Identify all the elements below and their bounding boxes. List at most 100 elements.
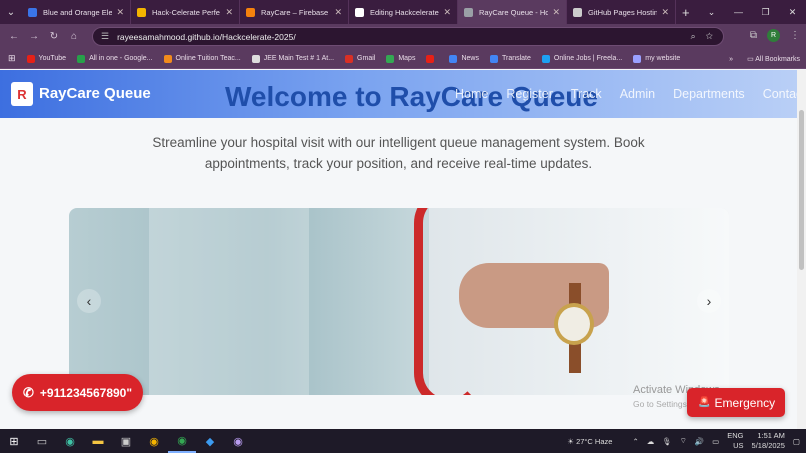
language-indicator[interactable]: ENG US bbox=[727, 431, 743, 451]
browser-tab[interactable]: GitHub Pages Hostin ✕ bbox=[567, 0, 676, 24]
tab-favicon-icon bbox=[246, 7, 255, 17]
nav-contact[interactable]: Contact bbox=[763, 87, 797, 101]
site-header: R RayCare Queue Welcome to RayCare Queue… bbox=[0, 70, 797, 118]
profile-avatar[interactable]: R bbox=[767, 29, 780, 42]
show-hidden-icons[interactable]: ⌃ bbox=[632, 437, 638, 446]
tab-title: RayCare – Firebase c bbox=[261, 7, 331, 17]
back-icon[interactable]: ← bbox=[4, 31, 24, 42]
hero-subtitle: Streamline your hospital visit with our … bbox=[152, 135, 645, 171]
close-window-icon[interactable]: ✕ bbox=[779, 0, 806, 24]
carousel-next-icon[interactable]: › bbox=[697, 289, 721, 313]
vscode-icon[interactable]: ◆ bbox=[196, 429, 224, 453]
nav-track[interactable]: Track bbox=[571, 87, 602, 101]
reload-icon[interactable]: ↻ bbox=[44, 31, 64, 42]
nav-departments[interactable]: Departments bbox=[673, 87, 745, 101]
file-explorer-icon[interactable]: ▬ bbox=[84, 429, 112, 453]
watch-image bbox=[554, 303, 594, 345]
minimize-icon[interactable]: — bbox=[725, 0, 752, 24]
bookmark-item[interactable]: Maps bbox=[386, 54, 415, 63]
bookmark-item[interactable]: my website bbox=[633, 54, 681, 63]
tab-close-icon[interactable]: ✕ bbox=[661, 7, 669, 18]
all-bookmarks[interactable]: ▭ All Bookmarks bbox=[747, 55, 800, 63]
browser-tab[interactable]: Blue and Orange Ele ✕ bbox=[22, 0, 131, 24]
browser-tab[interactable]: RayCare Queue - Hos ✕ bbox=[458, 0, 567, 24]
tab-close-icon[interactable]: ✕ bbox=[443, 7, 451, 18]
bookmark-item[interactable]: Gmail bbox=[345, 54, 375, 63]
bookmark-item[interactable]: Online Tuition Teac... bbox=[163, 54, 241, 63]
nav-home[interactable]: Home bbox=[455, 87, 488, 101]
zoom-icon[interactable]: ⌕ bbox=[691, 31, 696, 41]
mic-icon[interactable]: 🎙 bbox=[662, 437, 672, 446]
carousel-prev-icon[interactable]: ‹ bbox=[77, 289, 101, 313]
site-info-icon[interactable]: ☰ bbox=[101, 31, 109, 42]
weather-widget[interactable]: ☀ 27°C Haze bbox=[567, 437, 612, 446]
clock-time: 1:51 AM bbox=[757, 431, 785, 440]
call-number: +911234567890" bbox=[39, 385, 133, 400]
tab-title: Hack-Celerate Perfe bbox=[152, 7, 220, 17]
new-tab-icon[interactable]: + bbox=[682, 5, 690, 20]
tab-search-icon[interactable]: ⌄ bbox=[0, 0, 22, 24]
clock-date: 5/18/2025 bbox=[751, 441, 785, 450]
forward-icon[interactable]: → bbox=[24, 31, 44, 42]
nav-admin[interactable]: Admin bbox=[620, 87, 655, 101]
bookmark-label: JEE Main Test # 1 At... bbox=[263, 55, 335, 62]
bookmark-label: my website bbox=[645, 55, 681, 62]
maximize-icon[interactable]: ❐ bbox=[752, 0, 779, 24]
wifi-icon[interactable]: ⌔ bbox=[680, 436, 687, 446]
menu-icon[interactable]: ⋮ bbox=[790, 30, 800, 41]
bookmark-label: Translate bbox=[501, 55, 531, 62]
more-bookmarks-icon[interactable]: » bbox=[729, 56, 733, 63]
tab-list-icon[interactable]: ⌄ bbox=[698, 0, 725, 24]
weather-text: 27°C Haze bbox=[576, 436, 613, 446]
bookmark-item[interactable] bbox=[426, 54, 438, 63]
tab-close-icon[interactable]: ✕ bbox=[552, 7, 560, 18]
chrome-profile-icon[interactable]: ◉ bbox=[168, 429, 196, 453]
emergency-button[interactable]: 🚨 Emergency bbox=[687, 388, 785, 417]
page-scrollbar[interactable] bbox=[797, 70, 806, 429]
all-bookmarks-label: All Bookmarks bbox=[755, 56, 800, 63]
discord-icon[interactable]: ◉ bbox=[224, 429, 252, 453]
edge-icon[interactable]: ◉ bbox=[56, 429, 84, 453]
call-button[interactable]: ✆ +911234567890" bbox=[12, 374, 143, 411]
bookmark-item[interactable]: JEE Main Test # 1 At... bbox=[251, 54, 335, 63]
apps-icon[interactable]: ⊞ bbox=[8, 53, 16, 64]
battery-icon[interactable]: ▭ bbox=[712, 437, 719, 446]
browser-tab[interactable]: RayCare – Firebase c ✕ bbox=[240, 0, 349, 24]
brand-name[interactable]: RayCare Queue bbox=[39, 85, 151, 102]
scrollbar-thumb[interactable] bbox=[799, 110, 804, 270]
tab-favicon-icon bbox=[355, 7, 364, 17]
bookmark-item[interactable]: Translate bbox=[489, 54, 531, 63]
tab-close-icon[interactable]: ✕ bbox=[225, 7, 233, 18]
start-icon[interactable]: ⊞ bbox=[0, 429, 28, 453]
onedrive-icon[interactable]: ☁ bbox=[647, 437, 655, 446]
bookmark-favicon-icon bbox=[386, 54, 395, 63]
tab-favicon-icon bbox=[464, 7, 473, 17]
site-logo[interactable]: R bbox=[11, 82, 33, 106]
store-icon[interactable]: ▣ bbox=[112, 429, 140, 453]
home-icon[interactable]: ⌂ bbox=[64, 31, 84, 42]
bookmark-item[interactable]: YouTube bbox=[26, 54, 66, 63]
image-carousel: ‹ › bbox=[69, 208, 729, 395]
notification-icon[interactable]: ▢ bbox=[793, 437, 800, 446]
bookmark-item[interactable]: All in one - Google... bbox=[77, 54, 153, 63]
logo-letter: R bbox=[17, 86, 27, 102]
bookmark-item[interactable]: Online Jobs | Freela... bbox=[541, 54, 622, 63]
bookmark-star-icon[interactable]: ☆ bbox=[706, 31, 713, 41]
tab-close-icon[interactable]: ✕ bbox=[334, 7, 342, 18]
address-bar[interactable]: ☰ rayeesamahmood.github.io/Hackcelerate-… bbox=[92, 27, 724, 46]
browser-tab[interactable]: Editing Hackcelerate ✕ bbox=[349, 0, 458, 24]
browser-tab[interactable]: Hack-Celerate Perfe ✕ bbox=[131, 0, 240, 24]
task-view-icon[interactable]: ▭ bbox=[28, 429, 56, 453]
tab-favicon-icon bbox=[573, 7, 582, 17]
tab-close-icon[interactable]: ✕ bbox=[116, 7, 124, 18]
chrome-icon[interactable]: ◉ bbox=[140, 429, 168, 453]
toolbar-right: ⧉ R ⋮ bbox=[750, 29, 800, 42]
nav-register[interactable]: Register bbox=[506, 87, 553, 101]
extensions-icon[interactable]: ⧉ bbox=[750, 30, 757, 41]
bookmark-favicon-icon bbox=[77, 54, 86, 63]
tab-title: GitHub Pages Hostin bbox=[588, 7, 658, 17]
siren-icon: 🚨 bbox=[698, 397, 711, 408]
volume-icon[interactable]: 🔊 bbox=[695, 437, 704, 446]
bookmark-item[interactable]: News bbox=[449, 54, 479, 63]
clock[interactable]: 1:51 AM 5/18/2025 bbox=[752, 431, 785, 451]
